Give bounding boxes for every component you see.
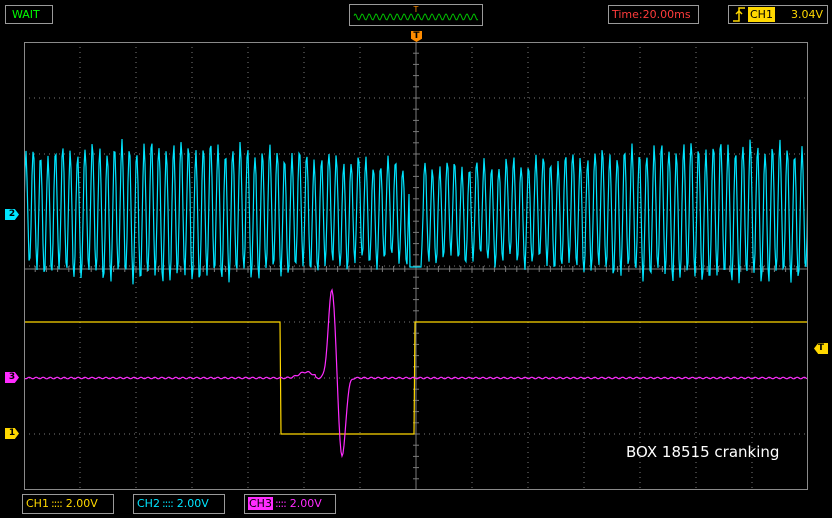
trigger-position-indicator[interactable]: T [349, 4, 483, 26]
dc-coupling-icon: :::: [161, 497, 174, 510]
ch3-label: CH3 [248, 497, 273, 510]
ch1-label: CH1 [26, 497, 49, 510]
ch2-ground-marker[interactable]: 2 [5, 209, 19, 220]
ch1-volts-div: 2.00V [65, 497, 98, 510]
dc-coupling-icon: :::: [274, 497, 287, 510]
dc-coupling-icon: :::: [50, 497, 63, 510]
trigger-level: 3.04V [790, 8, 823, 21]
ch2-label: CH2 [137, 497, 160, 510]
ch1-ground-marker[interactable]: 1 [5, 428, 19, 439]
toolbar: WAIT T Time:20.00ms CH1 3.04V [0, 0, 832, 30]
trigger-source: CH1 [748, 7, 775, 22]
screen-annotation: BOX 18515 cranking [626, 443, 780, 461]
memory-waveform-preview: T [353, 5, 479, 21]
waveform-display[interactable] [24, 42, 808, 490]
trigger-position-label: T [413, 5, 419, 14]
ch2-volts-div: 2.00V [176, 497, 209, 510]
ch3-volts-div: 2.00V [289, 497, 322, 510]
trigger-time-marker[interactable]: T [411, 31, 422, 42]
trigger-level-marker[interactable]: T [814, 343, 828, 354]
ch1-scale[interactable]: CH1:::: 2.00V [22, 494, 114, 514]
channel-status-bar: CH1:::: 2.00V CH2:::: 2.00V CH3:::: 2.00V [0, 493, 832, 518]
rising-edge-icon [733, 7, 745, 22]
acquisition-status: WAIT [5, 5, 53, 24]
ch3-ground-marker[interactable]: 3 [5, 372, 19, 383]
timebase-readout[interactable]: Time:20.00ms [608, 5, 699, 24]
ch3-scale[interactable]: CH3:::: 2.00V [244, 494, 336, 514]
trigger-readout[interactable]: CH1 3.04V [728, 5, 828, 24]
ch2-scale[interactable]: CH2:::: 2.00V [133, 494, 225, 514]
